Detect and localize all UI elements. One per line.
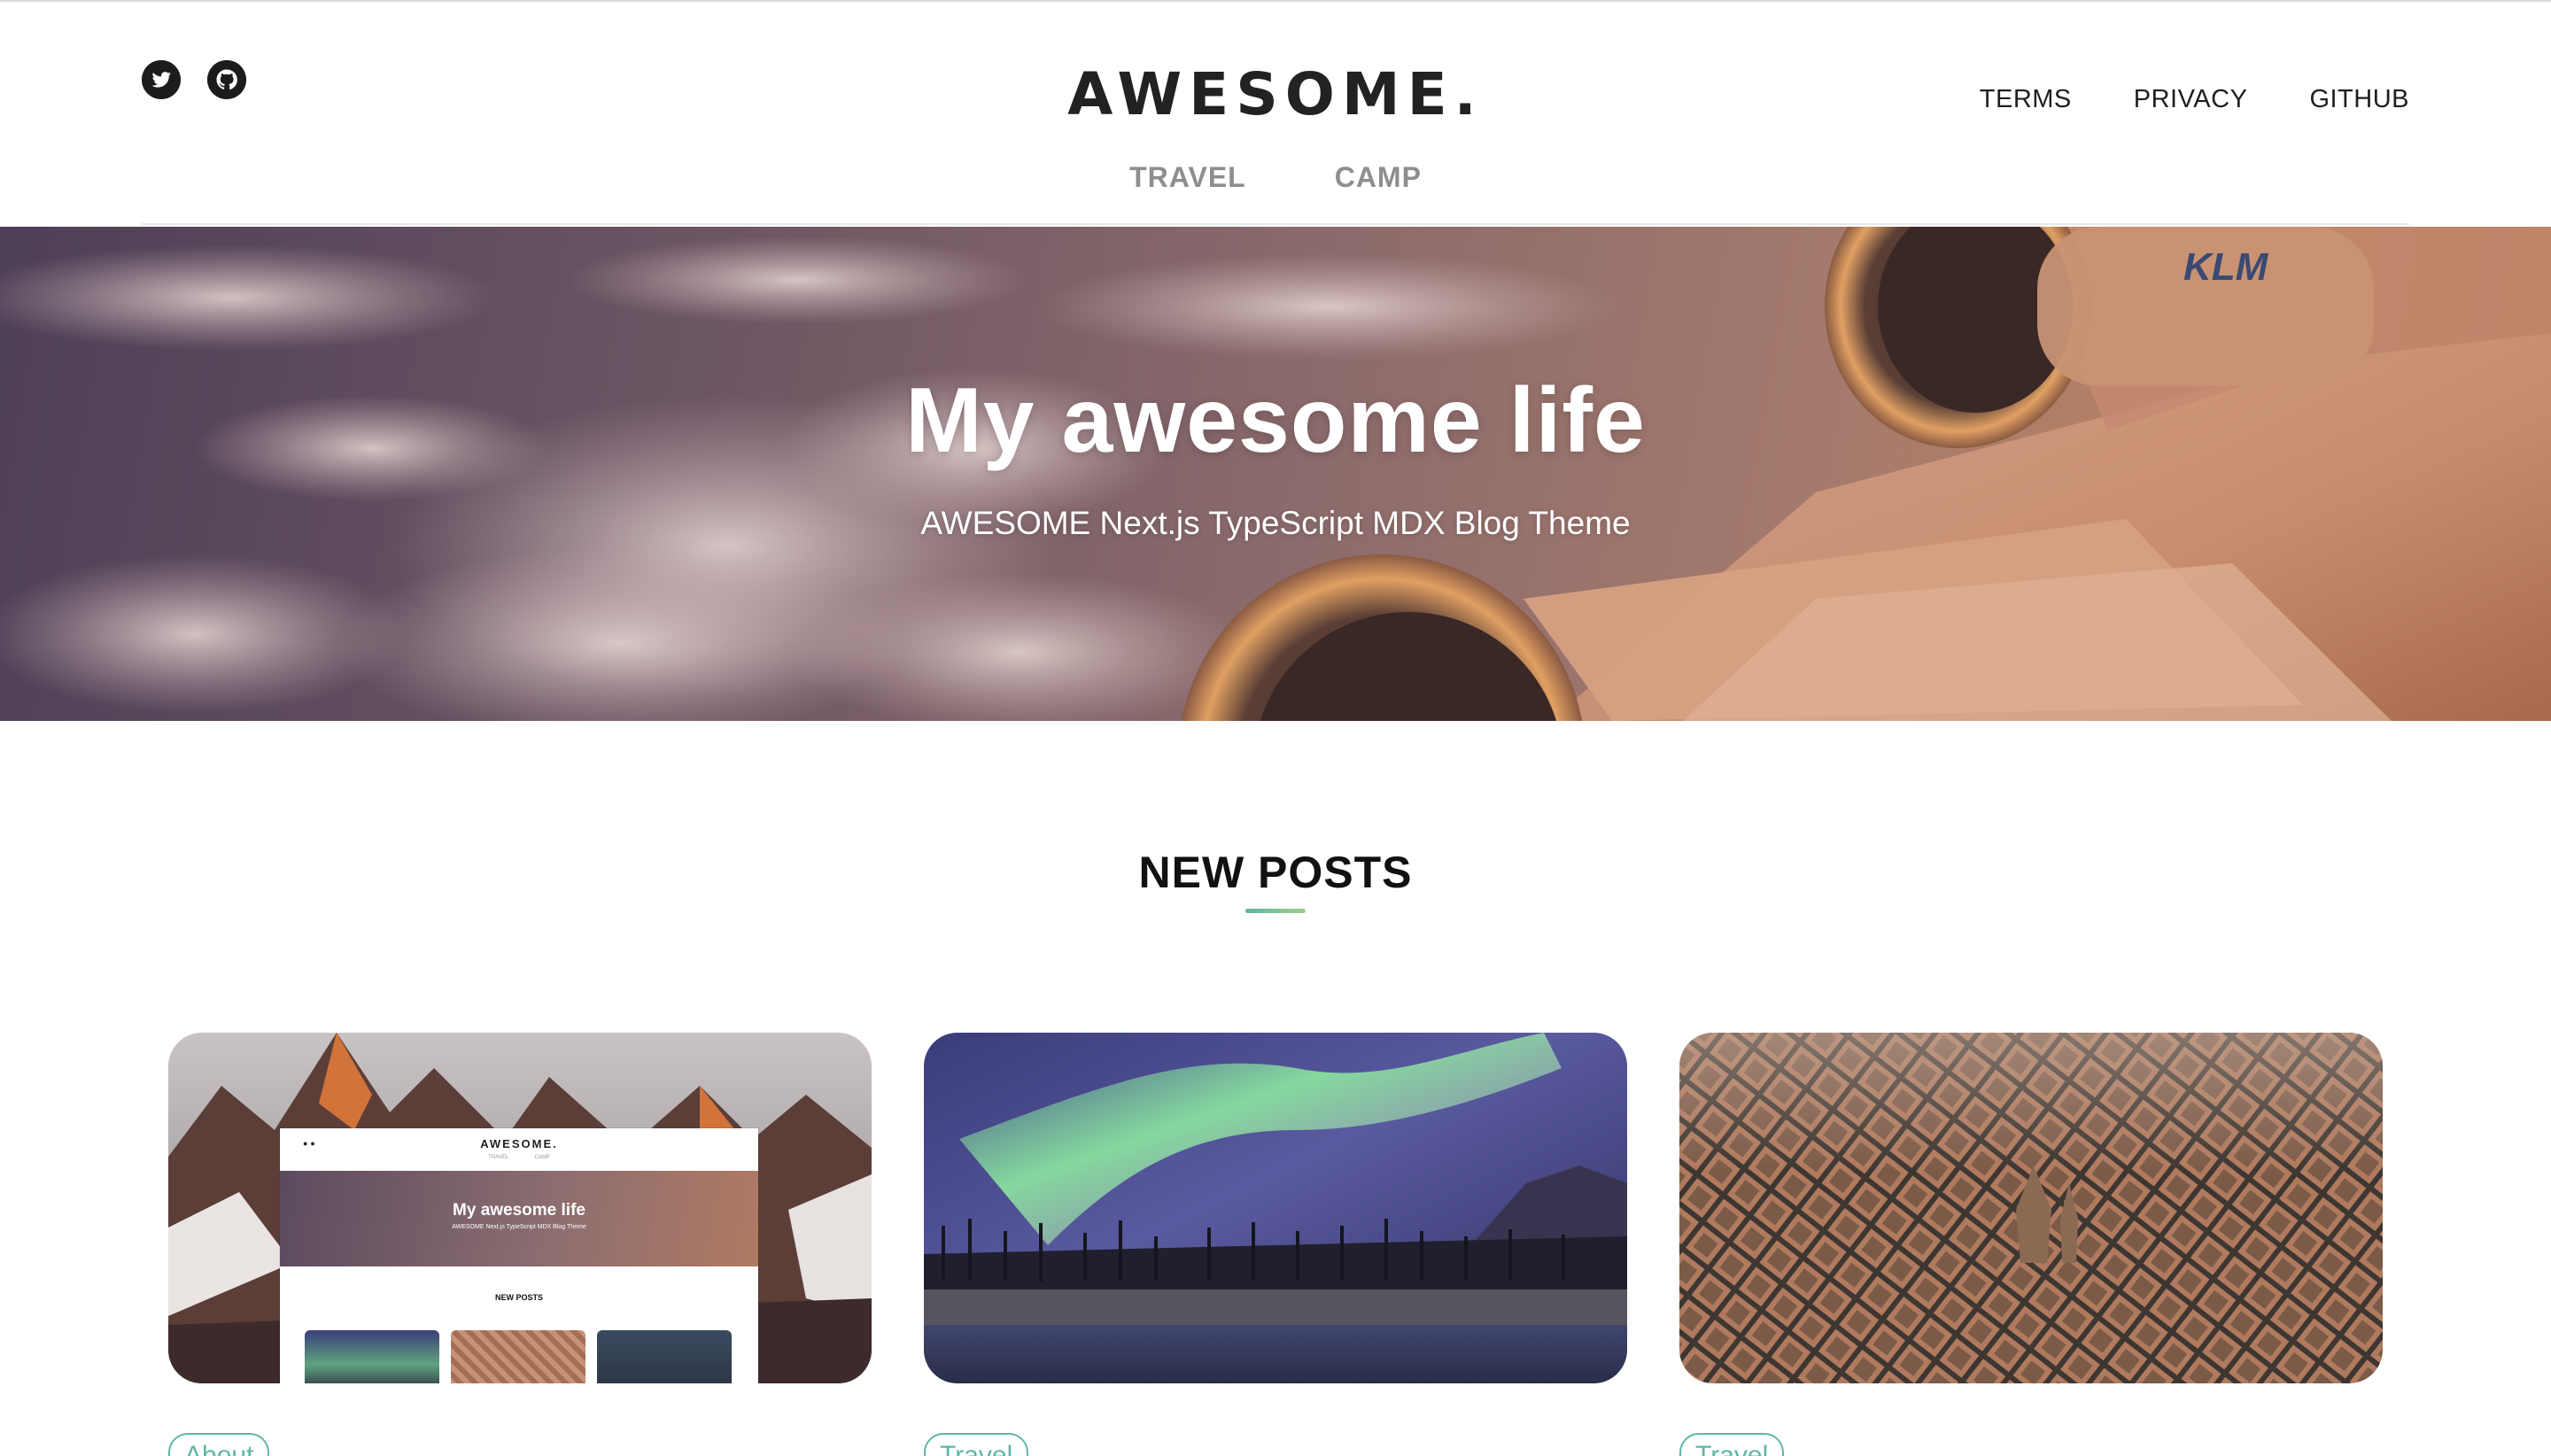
nav-camp[interactable]: CAMP (1335, 161, 1422, 194)
post-thumbnail[interactable] (924, 1033, 1627, 1383)
nav-travel[interactable]: TRAVEL (1129, 161, 1246, 194)
post-card: ●● AWESOME. TRAVEL CAMP My awesome life … (168, 1033, 872, 1456)
post-thumbnail[interactable] (1679, 1033, 2383, 1383)
social-links (142, 60, 246, 99)
mini-thumb-city (451, 1330, 585, 1383)
mini-hero-subtitle: AWESOME Next.js TypeScript MDX Blog Them… (452, 1224, 586, 1230)
hero-image: KLM (0, 227, 2551, 721)
heading-underline (1245, 909, 1306, 913)
city-image (1679, 1033, 2383, 1383)
mini-nav: TRAVEL CAMP (488, 1155, 550, 1160)
page-nav: TERMS PRIVACY GITHUB (1980, 85, 2409, 114)
mini-screenshot: ●● AWESOME. TRAVEL CAMP My awesome life … (280, 1128, 758, 1383)
hero-title: My awesome life (905, 369, 1646, 472)
post-tag[interactable]: Travel (1679, 1433, 1785, 1456)
site-logo[interactable]: AWESOME. (1010, 60, 1541, 128)
github-icon[interactable] (207, 60, 246, 99)
post-card: Travel (1679, 1033, 2383, 1456)
post-thumbnail[interactable]: ●● AWESOME. TRAVEL CAMP My awesome life … (168, 1033, 872, 1383)
mini-section-heading: NEW POSTS (494, 1293, 543, 1302)
header-divider (142, 223, 2409, 225)
new-posts-heading: NEW POSTS (1138, 848, 1413, 897)
mini-thumb-night (597, 1330, 732, 1383)
mini-hero: My awesome life AWESOME Next.js TypeScri… (280, 1171, 758, 1266)
airline-logo-text: KLM (2183, 245, 2269, 289)
mini-brand: AWESOME. (480, 1137, 558, 1150)
post-card: Travel (924, 1033, 1627, 1456)
nav-github[interactable]: GITHUB (2309, 85, 2409, 114)
hero-banner: KLM My awesome life AWESOME Next.js Type… (0, 227, 2551, 721)
category-nav: TRAVEL CAMP (1098, 161, 1453, 194)
mini-thumb-aurora (305, 1330, 439, 1383)
aurora-image (924, 1033, 1627, 1383)
post-tag[interactable]: Travel (924, 1433, 1029, 1456)
site-header: AWESOME. TRAVEL CAMP TERMS PRIVACY GITHU… (0, 2, 2551, 227)
hero-subtitle: AWESOME Next.js TypeScript MDX Blog Them… (920, 505, 1631, 541)
page: AWESOME. TRAVEL CAMP TERMS PRIVACY GITHU… (0, 0, 2551, 1456)
mini-hero-title: My awesome life (453, 1201, 585, 1220)
twitter-icon[interactable] (142, 60, 181, 99)
nav-privacy[interactable]: PRIVACY (2134, 85, 2248, 114)
post-tag[interactable]: About (168, 1433, 270, 1456)
nav-terms[interactable]: TERMS (1980, 85, 2072, 114)
